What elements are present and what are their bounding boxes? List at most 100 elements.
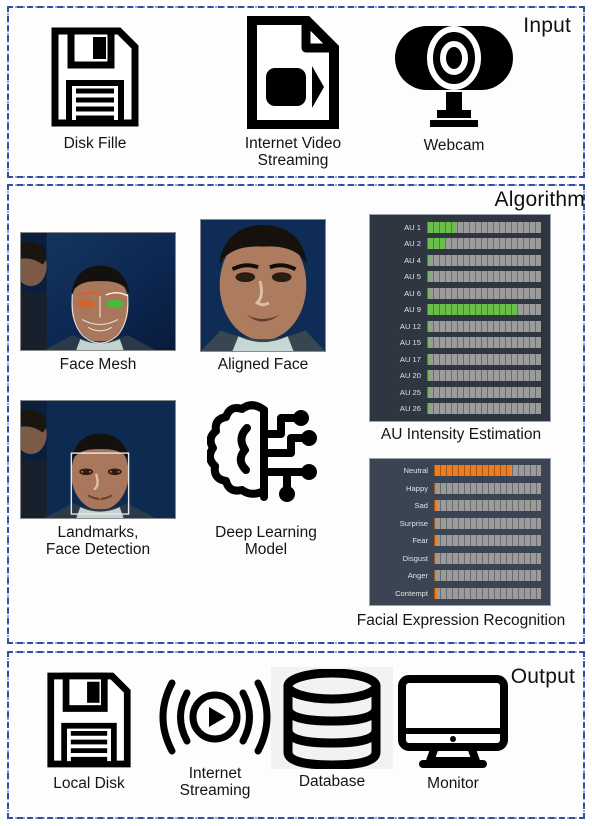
- thumbnail-label: Face Mesh: [59, 356, 137, 373]
- chart-bar-track: [427, 337, 541, 349]
- chart-row: AU 20: [375, 370, 541, 382]
- chart-row: AU 9: [375, 304, 541, 316]
- chart-bar-ticks: [427, 370, 541, 382]
- fer-chart-caption: Facial Expression Recognition: [356, 612, 566, 629]
- chart-row-label: AU 5: [404, 272, 421, 282]
- chart-bar-track: [427, 386, 541, 398]
- output-item-label: Internet Streaming: [179, 765, 251, 799]
- chart-bar-ticks: [427, 320, 541, 332]
- chart-bar-track: [427, 222, 541, 233]
- input-section-title: Input: [523, 14, 571, 37]
- chart-bar-track: [434, 552, 541, 564]
- webcam-icon: [389, 22, 519, 127]
- chart-row: AU 2: [375, 238, 541, 250]
- chart-bar-ticks: [427, 222, 541, 233]
- video-file-icon: [213, 16, 373, 129]
- chart-bar-track: [427, 287, 541, 299]
- chart-row: AU 26: [375, 402, 541, 414]
- chart-bar-ticks: [434, 517, 541, 529]
- chart-bar-ticks: [434, 465, 541, 476]
- output-item-label: Database: [298, 773, 366, 790]
- chart-row-label: AU 6: [404, 288, 421, 298]
- chart-bar-track: [434, 570, 541, 582]
- chart-bar-track: [434, 482, 541, 494]
- chart-bar-track: [427, 320, 541, 332]
- chart-row: Anger: [374, 570, 541, 582]
- chart-row-label: Happy: [406, 483, 428, 493]
- chart-bar-track: [427, 238, 541, 250]
- chart-row: AU 12: [375, 320, 541, 332]
- input-item-label: Disk Fille: [63, 135, 127, 152]
- brain-circuit-icon: [205, 392, 327, 514]
- floppy-disk-icon: [25, 22, 165, 127]
- output-item-internet-streaming: Internet Streaming: [150, 673, 280, 799]
- chart-bar-ticks: [427, 254, 541, 266]
- chart-bar-track: [434, 465, 541, 476]
- chart-bar-ticks: [427, 353, 541, 365]
- landmarks-face-detection-image: [20, 400, 176, 519]
- chart-row: AU 5: [375, 271, 541, 283]
- database-cylinder-icon: [271, 667, 393, 769]
- chart-bar-ticks: [427, 287, 541, 299]
- chart-row-label: Contempt: [395, 588, 428, 598]
- chart-row: Neutral: [374, 465, 541, 476]
- chart-row: AU 1: [375, 222, 541, 233]
- output-item-local-disk: Local Disk: [27, 669, 151, 792]
- chart-row-label: AU 9: [404, 305, 421, 315]
- chart-bar-ticks: [434, 587, 541, 599]
- chart-bar-track: [427, 271, 541, 283]
- chart-bar-track: [427, 254, 541, 266]
- chart-row-label: AU 26: [399, 403, 421, 413]
- chart-row-label: AU 12: [399, 321, 421, 331]
- chart-row-label: AU 25: [399, 387, 421, 397]
- facial-expression-chart: Neutral Happy Sad Surprise Fear Disgust Anger C…: [369, 458, 551, 606]
- chart-row: Disgust: [374, 552, 541, 564]
- chart-row-label: AU 15: [399, 338, 421, 348]
- au-chart-caption: AU Intensity Estimation: [380, 426, 542, 443]
- au-intensity-chart: AU 1 AU 2 AU 4 AU 5 AU 6 AU 9 AU 12 AU 15 AU 17 A…: [369, 214, 551, 422]
- chart-bar-ticks: [427, 238, 541, 250]
- algorithm-section-title: Algorithm: [494, 188, 585, 211]
- chart-bar-ticks: [434, 482, 541, 494]
- output-section-title: Output: [510, 665, 575, 688]
- thumbnail-label: Deep Learning Model: [215, 524, 317, 558]
- chart-row-label: Surprise: [399, 518, 428, 528]
- chart-row-label: AU 4: [404, 255, 421, 265]
- chart-row-label: Disgust: [402, 553, 428, 563]
- chart-row-label: AU 2: [404, 239, 421, 249]
- chart-bar-ticks: [434, 535, 541, 547]
- chart-row: Contempt: [374, 587, 541, 599]
- chart-row: Surprise: [374, 517, 541, 529]
- chart-bar-ticks: [427, 386, 541, 398]
- chart-bar-track: [434, 587, 541, 599]
- chart-bar-track: [434, 517, 541, 529]
- algorithm-section: Algorithm Face Mesh Aligned Face Landmar…: [7, 184, 585, 644]
- output-section: Output Local Disk Internet Streaming Dat…: [7, 651, 585, 819]
- input-item-disk-file: Disk Fille: [25, 22, 165, 152]
- chart-row: AU 6: [375, 287, 541, 299]
- chart-bar-ticks: [427, 402, 541, 414]
- chart-bar-track: [427, 402, 541, 414]
- chart-row: AU 25: [375, 386, 541, 398]
- chart-bar-ticks: [434, 552, 541, 564]
- chart-row: Sad: [374, 500, 541, 512]
- chart-bar-track: [427, 370, 541, 382]
- monitor-icon: [391, 675, 515, 769]
- thumbnail-label: Landmarks, Face Detection: [45, 524, 151, 558]
- input-item-label: Internet Video Streaming: [244, 135, 342, 169]
- chart-bar-ticks: [427, 304, 541, 316]
- input-section: Input Disk Fille Internet Video Streamin…: [7, 6, 585, 178]
- chart-row-label: Neutral: [403, 466, 428, 475]
- chart-row: AU 4: [375, 254, 541, 266]
- chart-row-label: Anger: [407, 571, 428, 581]
- chart-row-label: AU 20: [399, 371, 421, 381]
- output-item-label: Monitor: [427, 775, 479, 792]
- input-item-internet-video-streaming: Internet Video Streaming: [213, 16, 373, 169]
- aligned-face-image: [200, 219, 326, 352]
- chart-row-label: Fear: [412, 536, 428, 546]
- chart-row-label: AU 1: [404, 223, 421, 232]
- output-item-monitor: Monitor: [391, 675, 515, 792]
- chart-row: Happy: [374, 482, 541, 494]
- thumbnail-label: Aligned Face: [217, 356, 309, 373]
- face-mesh-image: [20, 232, 176, 351]
